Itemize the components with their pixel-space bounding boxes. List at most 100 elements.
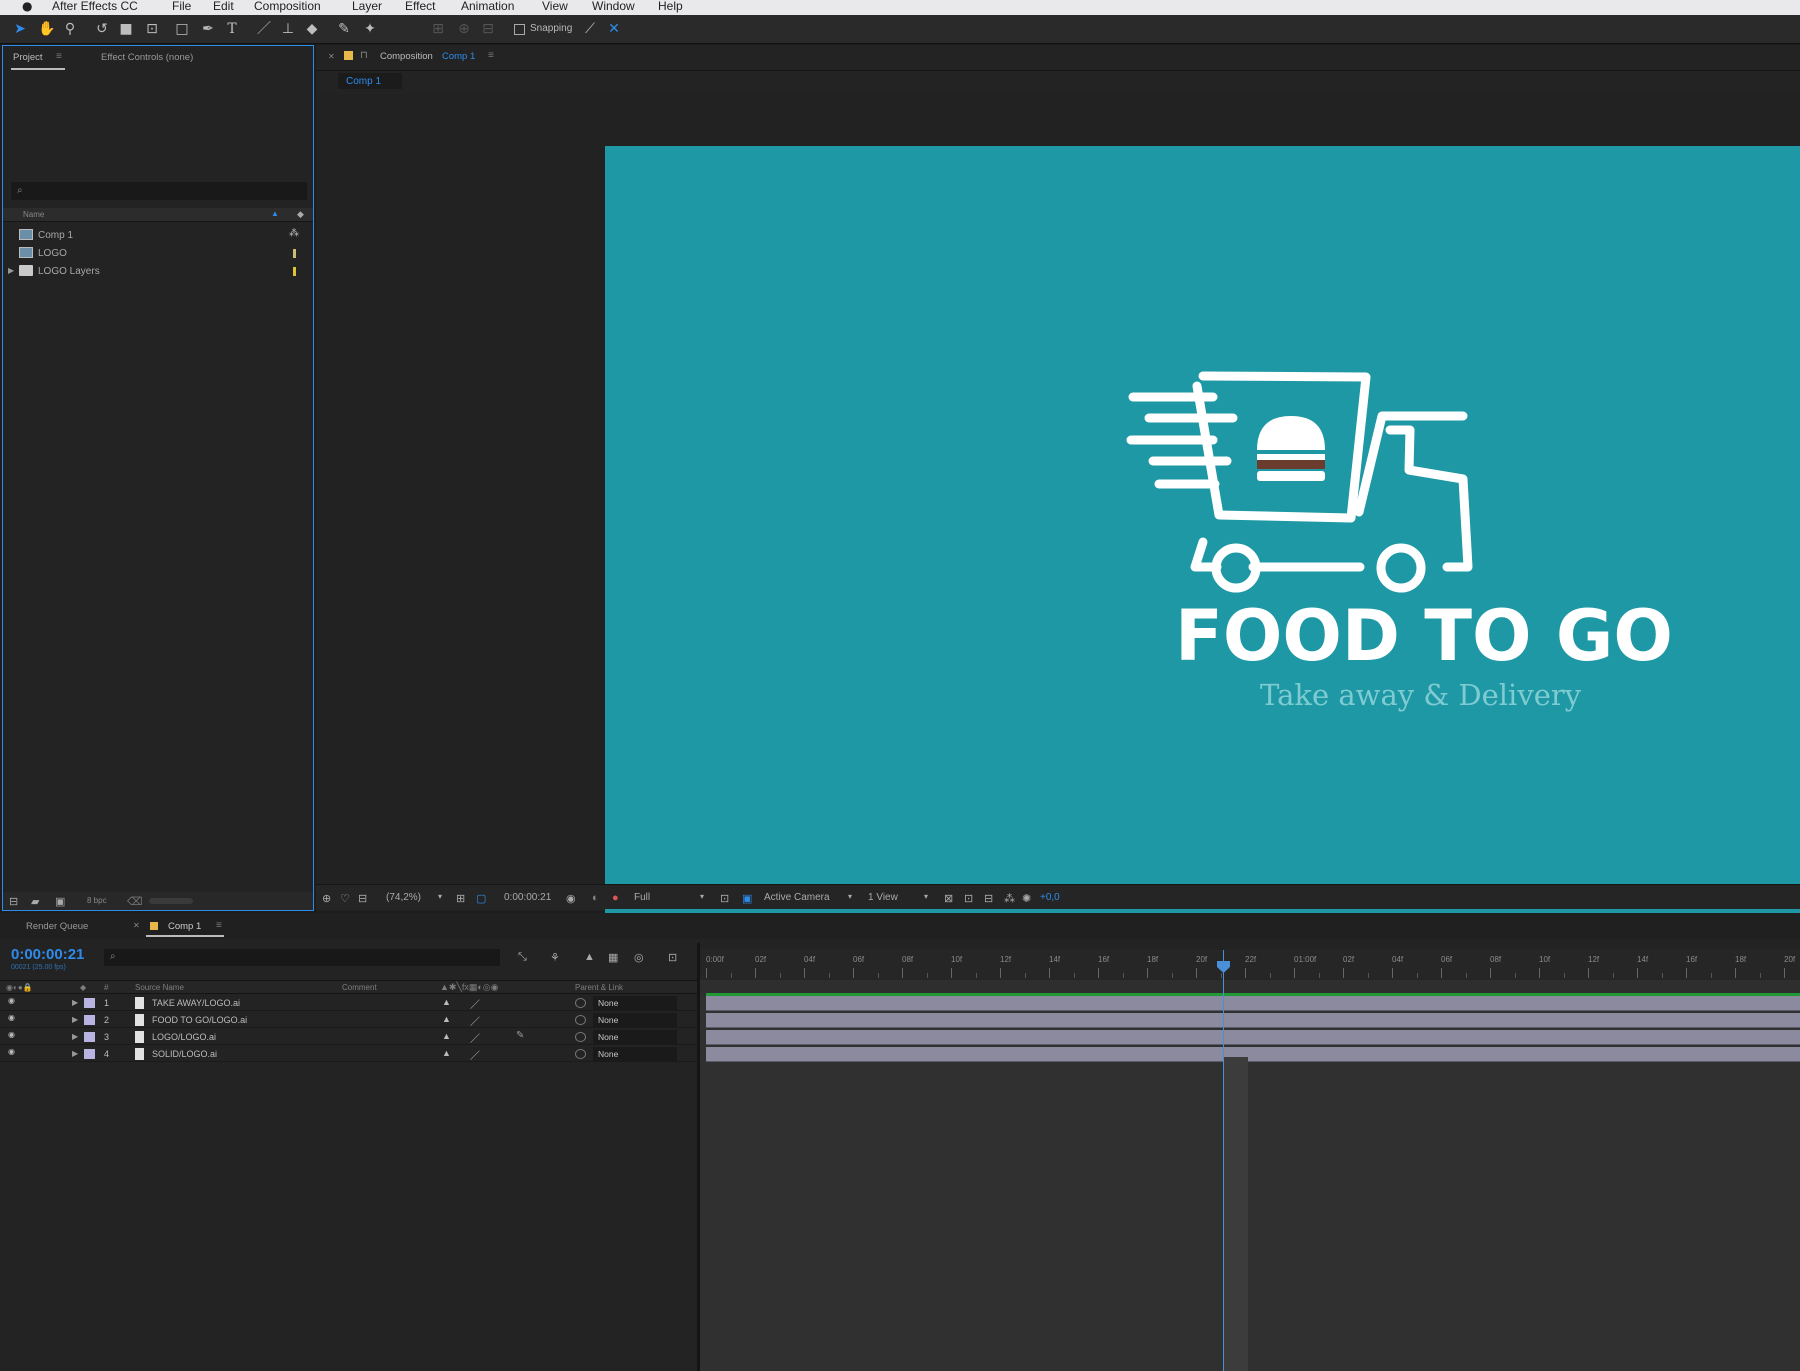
project-search-input[interactable]: ⌕ — [11, 182, 307, 200]
shy-switch-icon[interactable]: ▲ — [442, 997, 451, 1007]
pen-tool-icon[interactable]: ✒ — [200, 20, 216, 38]
layer-row-1[interactable]: ◉ ▶ 1 TAKE AWAY/LOGO.ai ▲ ／ None — [0, 995, 697, 1011]
parent-dropdown[interactable]: None — [593, 996, 677, 1010]
close-tab-icon[interactable]: ✕ — [328, 52, 335, 61]
layer-name[interactable]: TAKE AWAY/LOGO.ai — [152, 998, 240, 1008]
layer-label-swatch[interactable] — [84, 1015, 95, 1025]
layer-bar-1[interactable] — [706, 996, 1800, 1011]
expand-triangle-icon[interactable]: ▶ — [72, 998, 78, 1007]
trash-icon[interactable]: ⌫ — [127, 895, 143, 908]
roto-brush-tool-icon[interactable]: ✎ — [336, 20, 352, 38]
tab-effect-controls[interactable]: Effect Controls (none) — [101, 52, 193, 63]
bit-depth-button[interactable]: 8 bpc — [87, 896, 107, 905]
interpret-footage-icon[interactable]: ⊟ — [9, 895, 18, 908]
menu-edit[interactable]: Edit — [213, 0, 234, 12]
menu-file[interactable]: File — [172, 0, 191, 12]
clone-stamp-tool-icon[interactable]: ⊥ — [280, 20, 296, 38]
eye-icon[interactable]: ◉ — [8, 1013, 18, 1022]
snapshot-camera-icon[interactable]: ◉ — [566, 892, 576, 905]
timeline-current-time[interactable]: 0:00:00:21 — [11, 946, 84, 963]
sort-ascending-icon[interactable]: ▲ — [271, 209, 279, 218]
panel-menu-icon[interactable]: ≡ — [216, 920, 222, 931]
brush-tool-icon[interactable]: ／ — [256, 20, 272, 38]
composition-viewer[interactable]: FOOD TO GO Take away & Delivery — [316, 94, 1800, 933]
view-layout-dropdown[interactable]: 1 View — [868, 892, 898, 903]
transparency-grid-icon[interactable]: ▣ — [742, 892, 752, 905]
apple-icon[interactable]: ● — [22, 0, 32, 12]
expand-triangle-icon[interactable]: ▶ — [72, 1049, 78, 1058]
draft-3d-icon[interactable]: ⚘ — [550, 951, 560, 964]
playhead-handle-icon[interactable] — [1217, 961, 1230, 973]
shy-layers-icon[interactable]: ▲ — [584, 951, 595, 963]
flowchart-icon[interactable]: ⁂ — [1004, 892, 1015, 905]
region-of-interest-icon[interactable]: ▢ — [476, 892, 486, 905]
snap-edges-icon[interactable]: ⟋ — [582, 20, 598, 38]
flowchart-icon[interactable]: ⁂ — [289, 228, 299, 239]
column-name[interactable]: Name — [23, 210, 44, 219]
selection-tool-icon[interactable]: ➤ — [12, 20, 28, 38]
eye-icon[interactable]: ◉ — [8, 996, 18, 1005]
playhead-line[interactable] — [1223, 950, 1224, 1371]
column-parent-link[interactable]: Parent & Link — [575, 983, 623, 992]
fast-previews-icon[interactable]: ⊡ — [720, 892, 729, 905]
rectangle-tool-icon[interactable]: □ — [174, 20, 190, 38]
snapping-checkbox[interactable] — [514, 24, 525, 35]
exposure-value[interactable]: +0,0 — [1040, 892, 1060, 903]
quality-switch-icon[interactable]: ／ — [470, 1047, 480, 1062]
tab-comp-1[interactable]: Comp 1 — [168, 921, 201, 932]
type-tool-icon[interactable]: T — [224, 20, 240, 38]
menu-help[interactable]: Help — [658, 0, 683, 12]
expand-triangle-icon[interactable]: ▶ — [72, 1015, 78, 1024]
composition-mini-flowchart-icon[interactable]: ⤡ — [518, 951, 527, 964]
eye-icon[interactable]: ◉ — [8, 1047, 18, 1056]
menu-after-effects[interactable]: After Effects CC — [52, 0, 138, 12]
project-item-comp-1[interactable]: Comp 1 ⁂ — [3, 226, 313, 244]
layer-name[interactable]: LOGO/LOGO.ai — [152, 1032, 216, 1042]
effect-switch-icon[interactable]: ✎ — [516, 1030, 524, 1041]
snap-features-icon[interactable]: ✕ — [606, 20, 622, 38]
guides-icon[interactable]: ♡ — [340, 892, 350, 905]
parent-dropdown[interactable]: None — [593, 1047, 677, 1061]
graph-editor-icon[interactable]: ⊡ — [668, 951, 677, 964]
parent-dropdown[interactable]: None — [593, 1013, 677, 1027]
motion-blur-icon[interactable]: ◎ — [634, 951, 644, 964]
new-composition-icon[interactable]: ▣ — [55, 895, 65, 908]
resolution-dropdown[interactable]: Full — [634, 892, 650, 903]
menu-composition[interactable]: Composition — [254, 0, 321, 12]
parent-dropdown[interactable]: None — [593, 1030, 677, 1044]
time-ruler[interactable]: 0:00f 02f 04f 06f 08f 10f 12f 14f 16f 18f 20f 22f 01… — [700, 950, 1800, 980]
pick-whip-icon[interactable] — [575, 998, 586, 1008]
layer-bar-2[interactable] — [706, 1013, 1800, 1028]
column-number[interactable]: # — [104, 983, 108, 992]
tab-render-queue[interactable]: Render Queue — [26, 921, 88, 932]
layer-label-swatch[interactable] — [84, 1049, 95, 1059]
column-source-name[interactable]: Source Name — [135, 983, 184, 992]
menu-layer[interactable]: Layer — [352, 0, 382, 12]
pick-whip-icon[interactable] — [575, 1049, 586, 1059]
always-preview-icon[interactable]: ⊕ — [322, 892, 331, 905]
shy-switch-icon[interactable]: ▲ — [442, 1048, 451, 1058]
puppet-pin-tool-icon[interactable]: ✦ — [362, 20, 378, 38]
tab-project[interactable]: Project — [13, 52, 43, 63]
project-item-logo[interactable]: LOGO — [3, 244, 313, 262]
layer-label-swatch[interactable] — [84, 998, 95, 1008]
layer-row-3[interactable]: ◉ ▶ 3 LOGO/LOGO.ai ▲ ／ ✎ None — [0, 1029, 697, 1045]
expand-triangle-icon[interactable]: ▶ — [8, 266, 14, 275]
pick-whip-icon[interactable] — [575, 1032, 586, 1042]
project-item-logo-layers[interactable]: ▶ LOGO Layers — [3, 262, 313, 280]
layer-row-2[interactable]: ◉ ▶ 2 FOOD TO GO/LOGO.ai ▲ ／ None — [0, 1012, 697, 1028]
panel-menu-icon[interactable]: ≡ — [488, 50, 494, 61]
menu-effect[interactable]: Effect — [405, 0, 435, 12]
layer-row-4[interactable]: ◉ ▶ 4 SOLID/LOGO.ai ▲ ／ None — [0, 1046, 697, 1062]
camera-tool-icon[interactable]: ■ — [118, 20, 134, 38]
track-area[interactable] — [700, 980, 1800, 1371]
new-folder-icon[interactable]: ▰ — [31, 895, 39, 908]
menu-animation[interactable]: Animation — [461, 0, 514, 12]
menu-window[interactable]: Window — [592, 0, 635, 12]
quality-switch-icon[interactable]: ／ — [470, 1030, 480, 1045]
camera-view-dropdown[interactable]: Active Camera — [764, 892, 830, 903]
hand-tool-icon[interactable]: ✋ — [38, 20, 55, 38]
eye-icon[interactable]: ◉ — [8, 1030, 18, 1039]
shy-switch-icon[interactable]: ▲ — [442, 1031, 451, 1041]
timeline-toggle-icon[interactable]: ⊟ — [984, 892, 993, 905]
